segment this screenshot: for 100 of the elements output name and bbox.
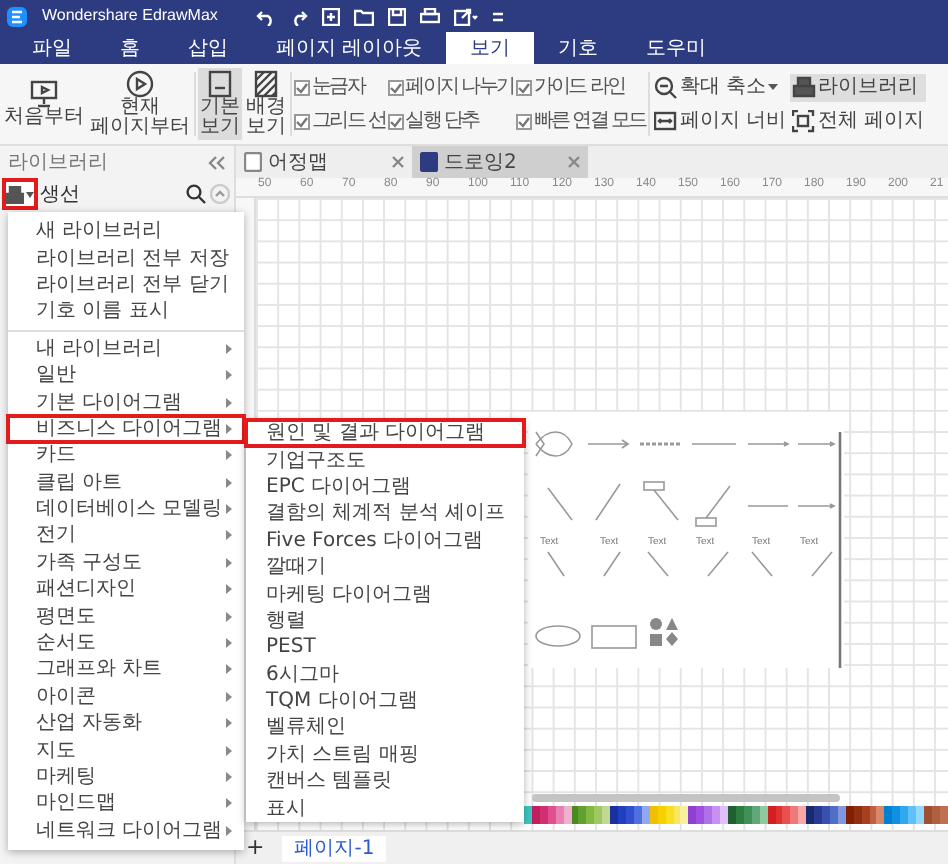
branch-box-shape[interactable] [695, 485, 731, 527]
color-swatch[interactable] [743, 806, 752, 824]
menu-item[interactable]: 라이브러리 전부 닫기 [8, 271, 244, 299]
menu-item[interactable]: Five Forces 다이어그램 [246, 527, 524, 554]
color-swatch[interactable] [798, 806, 807, 824]
color-swatch[interactable] [727, 806, 736, 824]
menu-tab[interactable]: 페이지 레이아웃 [252, 32, 447, 64]
menu-tab[interactable]: 보기 [446, 32, 535, 64]
folder-icon[interactable] [353, 7, 374, 25]
view-button[interactable]: 처음부터 [2, 78, 86, 130]
color-swatch[interactable] [861, 806, 870, 824]
close-icon[interactable] [568, 156, 580, 168]
menu-item[interactable]: 클립 아트 [8, 469, 244, 496]
menu-item[interactable]: 아이콘 [8, 683, 244, 711]
page-tab[interactable]: 페이지-1 [282, 835, 387, 861]
checkbox[interactable]: 가이드 라인 [515, 76, 646, 98]
menu-item[interactable]: 표시 [246, 794, 524, 822]
document-tab[interactable]: 드로잉2 [412, 146, 588, 178]
menu-item[interactable]: 마케팅 다이어그램 [246, 580, 524, 608]
menu-item[interactable]: PEST [246, 634, 524, 662]
color-swatch[interactable] [845, 806, 854, 824]
color-swatch[interactable] [790, 806, 799, 824]
text-branch-shape[interactable] [707, 551, 729, 577]
menu-item[interactable]: 순서도 [8, 629, 244, 657]
customize-icon[interactable] [491, 7, 504, 25]
color-swatch[interactable] [751, 806, 760, 824]
color-swatch[interactable] [688, 806, 697, 824]
color-swatch[interactable] [884, 806, 893, 824]
menu-item[interactable]: TQM 다이어그램 [246, 687, 524, 715]
library-menu-button[interactable] [4, 180, 36, 208]
menu-item[interactable]: 캔버스 템플릿 [246, 768, 524, 795]
menu-tab[interactable]: 도우미 [622, 32, 731, 64]
color-swatch[interactable] [712, 806, 721, 824]
collapse-icon[interactable] [208, 155, 226, 169]
print-icon[interactable] [419, 7, 440, 25]
tool-button[interactable]: 전체 페이지 [789, 107, 927, 135]
color-swatch[interactable] [680, 806, 689, 824]
view-button[interactable]: 배경 보기 [244, 68, 288, 140]
redo-icon[interactable] [289, 7, 308, 25]
vertical-line-shape[interactable] [838, 432, 842, 668]
color-swatch[interactable] [578, 806, 587, 824]
color-swatch[interactable] [531, 806, 540, 824]
text-branch-shape[interactable] [811, 551, 833, 577]
color-swatch[interactable] [657, 806, 666, 824]
menu-item[interactable]: 원인 및 결과 다이어그램 [246, 420, 524, 447]
color-swatch[interactable] [908, 806, 917, 824]
color-swatch[interactable] [869, 806, 877, 824]
diagonal-line-shape[interactable] [595, 483, 621, 521]
color-swatch[interactable] [555, 806, 564, 824]
color-swatch[interactable] [665, 806, 674, 824]
menu-item[interactable]: 전기 [8, 522, 244, 550]
menu-item[interactable]: 행렬 [246, 607, 524, 635]
branch-box-shape[interactable] [643, 481, 679, 521]
menu-item[interactable]: 평면도 [8, 602, 244, 630]
document-tab[interactable]: 어정맵 [236, 146, 412, 178]
menu-tab[interactable]: 홈 [96, 32, 164, 64]
search-field[interactable]: 생선 [40, 183, 182, 205]
color-swatch[interactable] [931, 806, 940, 824]
color-swatch[interactable] [547, 806, 556, 824]
menu-item[interactable]: 마인드맵 [8, 790, 244, 818]
tool-button[interactable]: 페이지 너비 [651, 107, 788, 135]
text-branch-shape[interactable] [647, 551, 669, 577]
color-swatch[interactable] [704, 806, 713, 824]
color-swatch[interactable] [696, 806, 705, 824]
checkbox[interactable]: 실행 단추 [387, 110, 514, 132]
search-icon[interactable] [186, 184, 206, 204]
color-swatch[interactable] [539, 806, 548, 824]
menu-tab[interactable]: 파일 [8, 32, 96, 64]
color-swatch[interactable] [853, 806, 862, 824]
new-icon[interactable] [321, 7, 340, 25]
menu-item[interactable]: 6시그마 [246, 661, 524, 688]
color-swatch[interactable] [892, 806, 901, 824]
color-swatch[interactable] [814, 806, 823, 824]
tool-button[interactable]: 확대 축소 [651, 73, 788, 101]
color-swatch[interactable] [876, 806, 885, 824]
line-shape[interactable] [747, 505, 789, 507]
color-swatch[interactable] [649, 806, 658, 824]
menu-item[interactable]: 데이터베이스 모델링 [8, 495, 244, 523]
menu-item[interactable]: 가치 스트림 매핑 [246, 741, 524, 769]
menu-tab[interactable]: 기호 [534, 32, 623, 64]
menu-item[interactable]: 카드 [8, 442, 244, 470]
menu-item[interactable]: 비즈니스 다이어그램 [8, 415, 244, 443]
menu-item[interactable]: 라이브러리 전부 저장 [8, 244, 244, 272]
basic-shapes-icon[interactable] [650, 618, 678, 646]
menu-item[interactable]: 깔때기 [246, 553, 524, 581]
add-page-button[interactable]: + [240, 835, 271, 861]
color-swatch[interactable] [806, 806, 815, 824]
color-swatch[interactable] [618, 806, 626, 824]
menu-item[interactable]: 지도 [8, 736, 244, 764]
color-swatch[interactable] [602, 806, 611, 824]
checkbox[interactable]: 페이지 나누기 [387, 76, 514, 98]
menu-item[interactable]: 마케팅 [8, 763, 244, 791]
checkbox[interactable]: 그리드 선 [294, 110, 386, 132]
rectangle-shape[interactable] [591, 625, 637, 649]
color-swatch[interactable] [586, 806, 595, 824]
arrow-shape[interactable] [587, 439, 630, 449]
color-swatch[interactable] [759, 806, 768, 824]
menu-item[interactable]: 그래프와 차트 [8, 656, 244, 684]
color-swatch[interactable] [775, 806, 783, 824]
color-swatch[interactable] [822, 806, 830, 824]
